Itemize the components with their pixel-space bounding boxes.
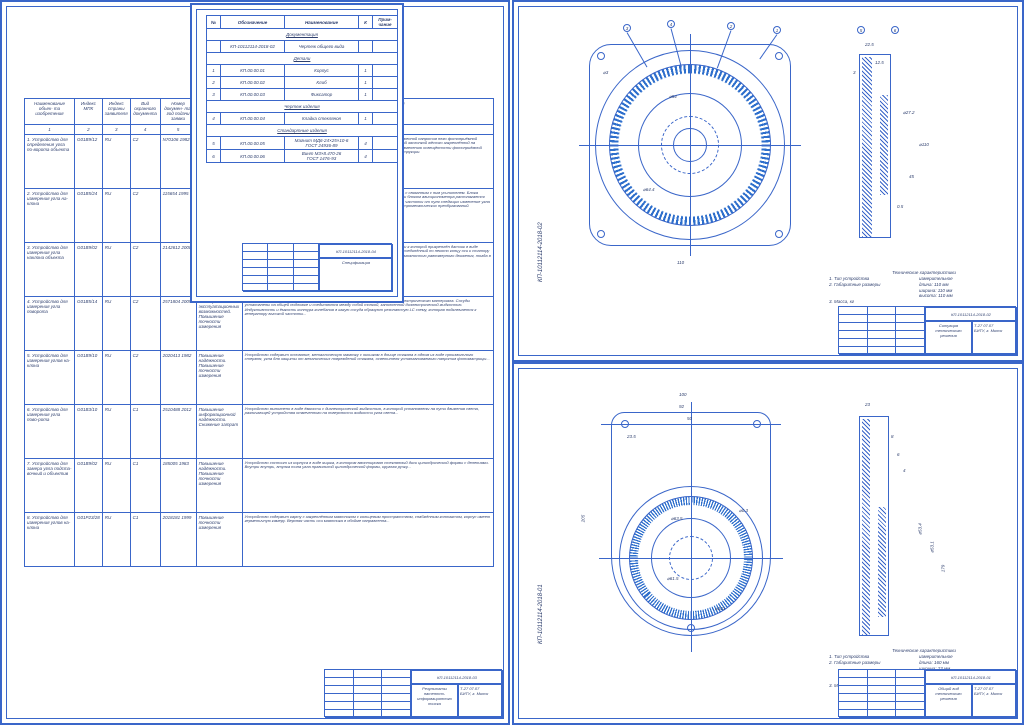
drawing-name: Ситуация технического решения	[925, 321, 972, 355]
table-row: 6. Устройство для измерения угла пово-ро…	[25, 405, 494, 459]
cline-v	[690, 34, 691, 256]
dim: 22.5	[865, 42, 874, 47]
dim: 45	[909, 174, 914, 179]
balloon: 4	[667, 20, 675, 28]
drawing-code: КП-10112114-2018-03	[411, 670, 503, 684]
cline-h	[599, 558, 783, 559]
table-row: 5КП.00.00.05Магнит МД6-24×25×10-6 ГОСТ 2…	[207, 137, 398, 150]
dim: ⌀53.1	[930, 541, 936, 552]
table-row: 4КП.00.00.04Кладка стекляноя1	[207, 113, 398, 125]
dim: ⌀3	[603, 70, 608, 76]
side-profile	[859, 54, 891, 238]
dim: ⌀63.5	[671, 516, 682, 522]
cline-v	[691, 402, 692, 652]
dim: 205	[580, 515, 585, 523]
dim: ⌀101	[715, 606, 725, 612]
title-block-01: КП-10112114-2018-01 Общий вид техническо…	[838, 669, 1016, 717]
dim: 3	[853, 70, 856, 75]
cline-aux	[601, 424, 781, 425]
dim: 4	[903, 468, 906, 473]
dim: 23	[865, 402, 870, 407]
dim: 23.5	[627, 434, 636, 439]
hatch	[862, 419, 870, 635]
drawing-name: Результаты патентно-информационного поис…	[411, 684, 458, 718]
table-row: 7. Устройство для замера угла подста-воч…	[25, 459, 494, 513]
mount-hole	[597, 52, 605, 60]
dim: ⌀27.2	[903, 110, 914, 116]
balloon: 2	[727, 22, 735, 30]
table-row: 3КП.00.00.03Фиксатор1	[207, 89, 398, 101]
col-header: Вид охранного документа	[130, 99, 160, 125]
mount-hole	[775, 52, 783, 60]
hatch	[880, 95, 888, 195]
mount-hole	[597, 230, 605, 238]
col-header: Индекс МПК	[75, 99, 103, 125]
dim: 0.5	[897, 204, 903, 209]
drawing-code: КП-10112114-2018-01	[925, 670, 1017, 684]
hatch	[878, 507, 886, 617]
dim: 92	[679, 404, 684, 409]
table-row: КП-10112114-2018-02Чертеж общего вида	[207, 41, 398, 53]
dim: 179	[940, 565, 945, 573]
dim: 6	[897, 452, 900, 457]
drawing-code: КП-10112114-2018-02	[925, 307, 1017, 321]
balloon: 6	[891, 26, 899, 34]
drawing-name: Спецификация	[319, 258, 393, 292]
sheet-01-drawing: КП-10112114-2018-01 100 92 50 23.5 205 ⌀…	[512, 362, 1024, 725]
draw-area: 100 92 50 23.5 205 ⌀63.5 ⌀61.5 ⌀101 ⌀0.3…	[539, 376, 1012, 713]
dim: 100	[679, 392, 687, 397]
balloon: 1	[773, 26, 781, 34]
draw-area: ⌀54 ⌀64.4 ⌀3 110 3 4 2 1 22.5 12.5 3 ⌀27…	[539, 14, 1012, 350]
col-header: Индекс страны заявителя	[102, 99, 130, 125]
tech-notes: Технические характеристики 1. Тип устрой…	[829, 270, 1019, 305]
dim: 12.5	[875, 60, 884, 65]
drawing-side: Т-27 07.07 БИТУ, г. Минск	[972, 684, 1017, 718]
table-row: 4. Устройство для измерения угла поворот…	[25, 297, 494, 351]
dim: ⌀54	[669, 94, 677, 100]
sheet-04-specification: №ОбозначениеНаименованиеКПрим-чание Доку…	[190, 3, 404, 303]
specification-table: №ОбозначениеНаименованиеКПрим-чание Доку…	[206, 15, 398, 163]
table-row: 2КП.00.00.02Клиб1	[207, 77, 398, 89]
mount-hole	[775, 230, 783, 238]
drawing-side: Т-27 07.07 БИТУ, г. Минск	[458, 684, 503, 718]
dim: 50	[687, 416, 692, 421]
title-block-04: КП-10112114-2018-04 Спецификация	[242, 243, 392, 291]
drawing-name: Общий вид технического решения	[925, 684, 972, 718]
title-block-03: КП-10112114-2018-03 Результаты патентно-…	[324, 669, 502, 717]
table-row: 8. Устройство для измерения углов на-кло…	[25, 513, 494, 567]
dim: 110	[677, 260, 684, 265]
side-profile	[859, 416, 889, 636]
table-row: 5. Устройство для измерения углов на-кло…	[25, 351, 494, 405]
dim: ⌀64.4	[643, 187, 654, 193]
table-row: 1КП.00.00.01Корпус1	[207, 65, 398, 77]
dim: ⌀0.3	[739, 508, 748, 514]
drawing-side: Т-27 07.07 БИТУ, г. Минск	[972, 321, 1017, 355]
drawing-code: КП-10112114-2018-04	[319, 244, 393, 258]
sheet-02-drawing: КП-10112114-2018-02 ⌀54 ⌀64.4 ⌀3 110 3 4…	[512, 0, 1024, 362]
dim: ⌀53.4	[918, 523, 924, 534]
title-block-02: КП-10112114-2018-02 Ситуация техническог…	[838, 306, 1016, 354]
hatch	[862, 57, 872, 237]
dim: ⌀61.5	[667, 576, 678, 582]
col-header: Наименование объек- та изобретения	[25, 99, 75, 125]
balloon: 5	[857, 26, 865, 34]
dim: ⌀110	[919, 142, 929, 148]
balloon: 3	[623, 24, 631, 32]
table-row: 6КП.00.00.06Винт М3×8.470-26 ГОСТ 1476-9…	[207, 150, 398, 163]
dim: 8	[891, 434, 894, 439]
